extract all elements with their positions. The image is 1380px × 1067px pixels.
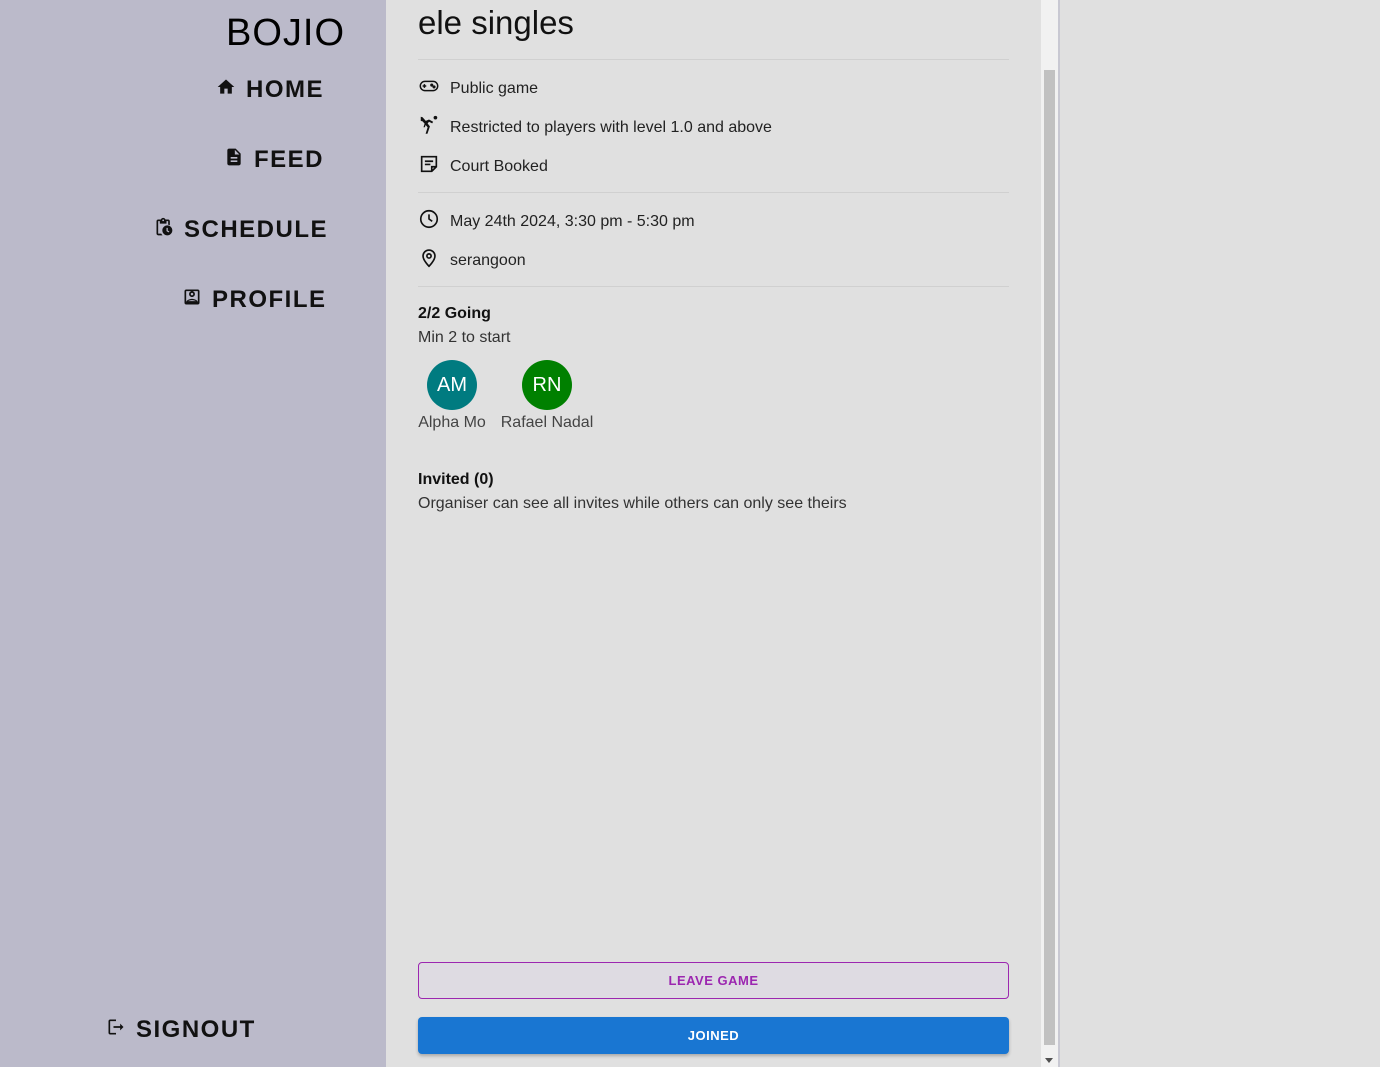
- feed-icon: [224, 146, 244, 174]
- player-name: Alpha Mo: [418, 414, 486, 431]
- profile-icon: [182, 286, 202, 314]
- player-card[interactable]: AM Alpha Mo: [402, 360, 502, 432]
- nav-schedule[interactable]: SCHEDULE: [154, 216, 328, 244]
- level-restriction: Restricted to players with level 1.0 and…: [450, 118, 772, 136]
- game-visibility: Public game: [450, 79, 539, 97]
- scroll-down-arrow-icon[interactable]: [1045, 1058, 1053, 1063]
- gamepad-icon: [418, 75, 440, 102]
- game-details-panel: ele singles Public game Restricted to pl…: [386, 0, 1041, 1067]
- nav-signout[interactable]: SIGNOUT: [106, 1016, 256, 1044]
- going-count: 2/2 Going: [418, 305, 491, 322]
- player-card[interactable]: RN Rafael Nadal: [497, 360, 597, 432]
- leave-game-button[interactable]: LEAVE GAME: [418, 962, 1009, 999]
- nav-home-label: HOME: [246, 76, 324, 103]
- nav-home[interactable]: HOME: [216, 76, 324, 104]
- scrollbar-thumb[interactable]: [1044, 70, 1055, 1045]
- level-restriction-row: Restricted to players with level 1.0 and…: [418, 114, 772, 141]
- divider: [418, 286, 1009, 287]
- location-pin-icon: [418, 247, 440, 274]
- nav-feed[interactable]: FEED: [224, 146, 324, 174]
- location-row: serangoon: [418, 247, 526, 274]
- invited-count: Invited (0): [418, 471, 494, 488]
- panel-border: [1058, 0, 1060, 1067]
- clock-icon: [418, 208, 440, 235]
- avatar: AM: [427, 360, 477, 410]
- martial-arts-icon: [418, 114, 440, 141]
- divider: [418, 59, 1009, 60]
- nav-profile[interactable]: PROFILE: [182, 286, 327, 314]
- vertical-scrollbar[interactable]: [1041, 0, 1058, 1067]
- datetime-row: May 24th 2024, 3:30 pm - 5:30 pm: [418, 208, 695, 235]
- avatar: RN: [522, 360, 572, 410]
- min-players: Min 2 to start: [418, 329, 511, 346]
- sidebar: BOJIO HOME FEED SCHEDULE PROFILE SIGNOUT: [0, 0, 386, 1067]
- nav-profile-label: PROFILE: [212, 286, 327, 313]
- game-title: ele singles: [418, 4, 574, 41]
- note-icon: [418, 153, 440, 180]
- game-datetime: May 24th 2024, 3:30 pm - 5:30 pm: [450, 212, 695, 230]
- game-visibility-row: Public game: [418, 75, 538, 102]
- signout-label: SIGNOUT: [136, 1016, 256, 1043]
- nav-schedule-label: SCHEDULE: [184, 216, 329, 243]
- court-status: Court Booked: [450, 157, 548, 175]
- joined-button[interactable]: JOINED: [418, 1017, 1009, 1054]
- court-status-row: Court Booked: [418, 153, 548, 180]
- schedule-icon: [154, 216, 174, 244]
- signout-icon: [106, 1016, 126, 1044]
- home-icon: [216, 76, 236, 104]
- divider: [418, 192, 1009, 193]
- invited-note: Organiser can see all invites while othe…: [418, 495, 847, 512]
- player-name: Rafael Nadal: [500, 414, 594, 431]
- nav-feed-label: FEED: [254, 146, 325, 173]
- app-logo: BOJIO: [226, 12, 346, 54]
- game-location: serangoon: [450, 251, 526, 269]
